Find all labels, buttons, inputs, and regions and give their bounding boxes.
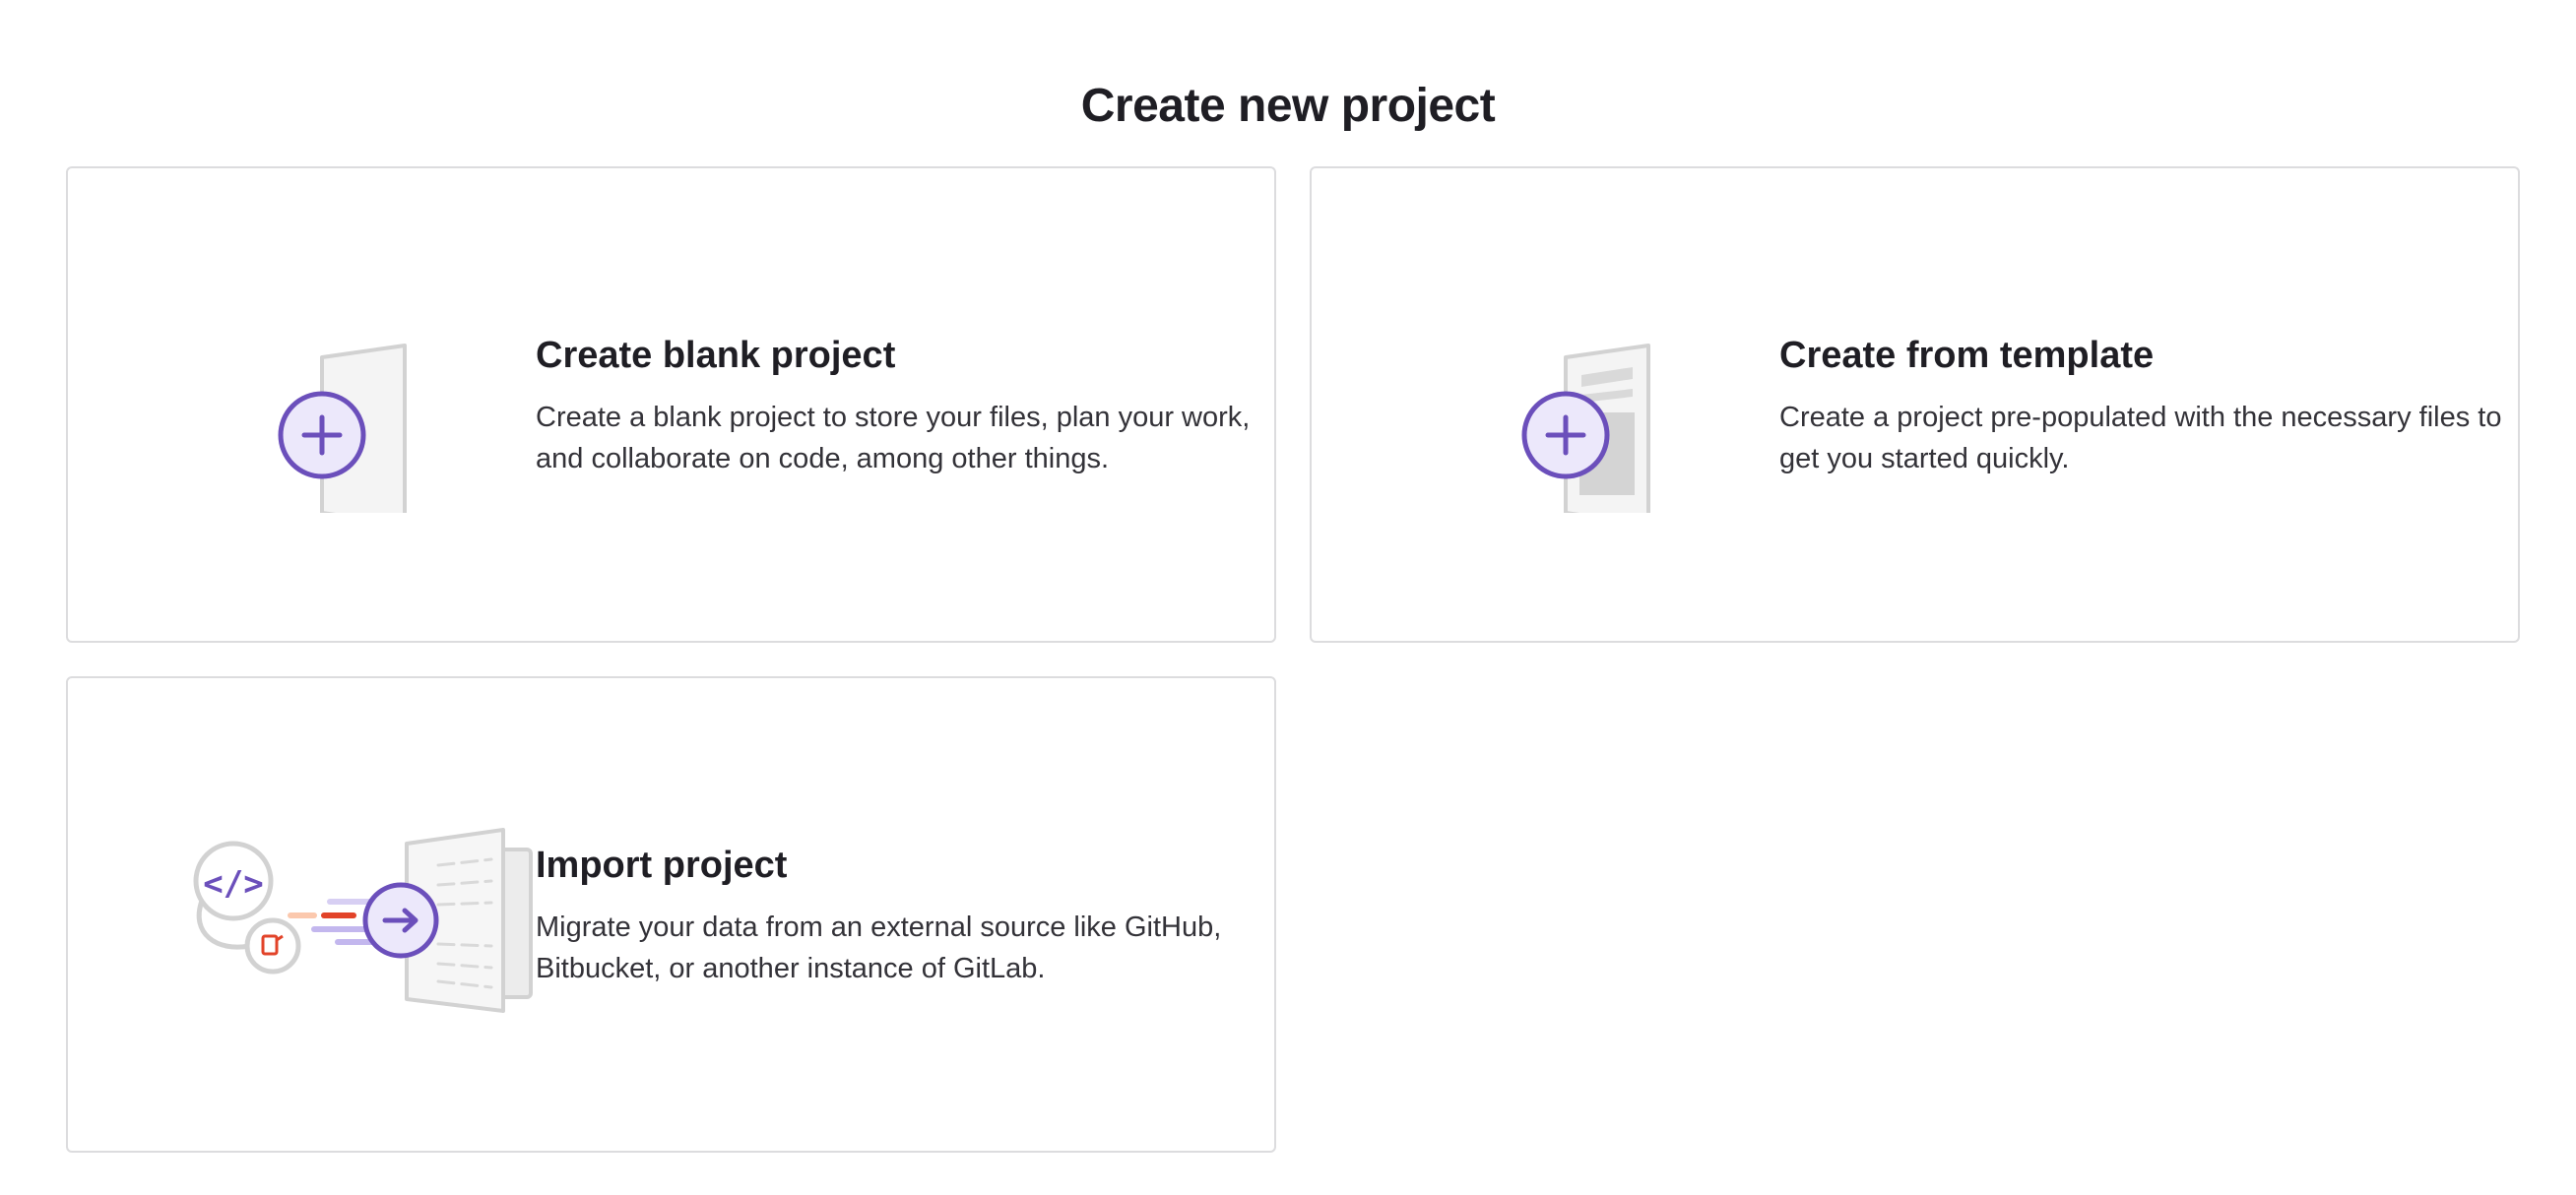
page-title: Create new project [1080,80,1496,133]
create-from-template-card[interactable]: Create from template Create a project pr… [1310,166,2520,643]
card-content: Create blank project Create a blank proj… [536,332,1264,479]
card-title: Import project [536,845,788,886]
card-description: Create a project pre-populated with the … [1779,402,2502,474]
card-content: Create from template Create a project pr… [1779,332,2508,479]
card-description: Create a blank project to store your fil… [536,402,1251,474]
import-project-card[interactable]: </> Import project Migrate your data fro… [66,676,1276,1153]
card-title: Create blank project [536,335,896,376]
blank-project-icon [127,296,560,513]
card-content: Import project Migrate your data from an… [536,842,1264,989]
template-project-icon [1371,296,1804,513]
card-description: Migrate your data from an external sourc… [536,912,1222,984]
create-blank-project-card[interactable]: Create blank project Create a blank proj… [66,166,1276,643]
card-title: Create from template [1779,335,2155,376]
svg-text:</>: </> [203,864,263,904]
import-project-icon: </> [127,806,560,1023]
new-project-page: Create new project Create blank project … [0,0,2576,1195]
